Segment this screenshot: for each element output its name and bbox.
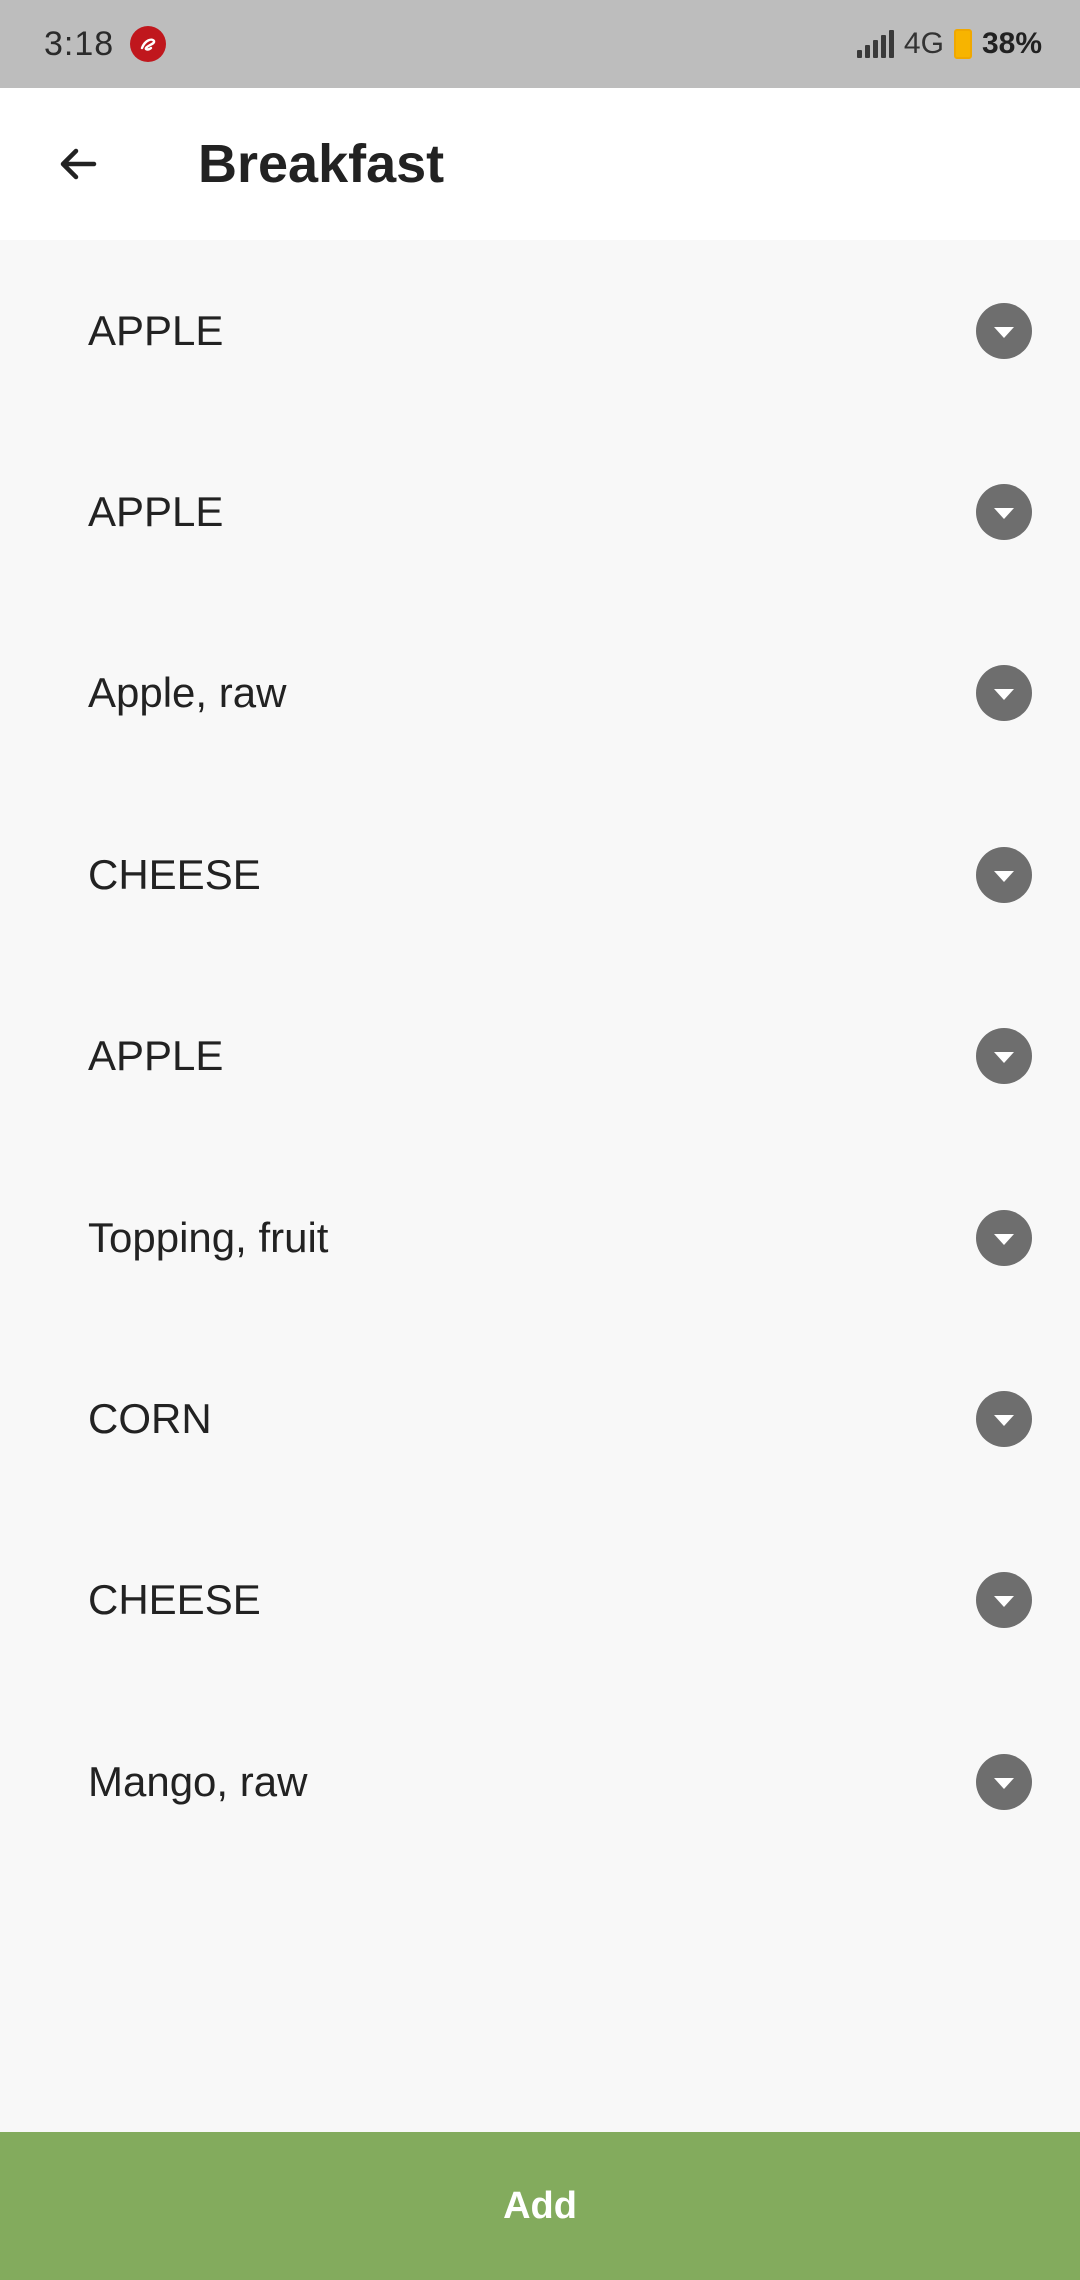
page-title: Breakfast bbox=[198, 134, 445, 194]
carrier-icon bbox=[130, 26, 167, 62]
expand-button[interactable] bbox=[976, 1572, 1032, 1629]
add-button[interactable]: Add bbox=[0, 2132, 1080, 2280]
item-label: APPLE bbox=[88, 488, 224, 536]
expand-button[interactable] bbox=[976, 846, 1032, 903]
expand-button[interactable] bbox=[976, 484, 1032, 541]
item-label: Mango, raw bbox=[88, 1757, 308, 1805]
chevron-down-icon bbox=[994, 1052, 1014, 1064]
battery-icon bbox=[953, 29, 972, 59]
list-item[interactable]: Topping, fruit bbox=[0, 1147, 1080, 1328]
network-type: 4G bbox=[903, 27, 944, 60]
item-label: Apple, raw bbox=[88, 669, 287, 717]
list-item[interactable]: Apple, raw bbox=[0, 603, 1080, 784]
chevron-down-icon bbox=[994, 1415, 1014, 1427]
list-item[interactable]: APPLE bbox=[0, 240, 1080, 421]
item-label: APPLE bbox=[88, 1032, 224, 1080]
item-label: CHEESE bbox=[88, 850, 261, 898]
chevron-down-icon bbox=[994, 1777, 1014, 1789]
expand-button[interactable] bbox=[976, 1209, 1032, 1266]
chevron-down-icon bbox=[994, 1596, 1014, 1608]
expand-button[interactable] bbox=[976, 665, 1032, 722]
arrow-left-icon bbox=[60, 148, 97, 180]
status-time: 3:18 bbox=[44, 24, 115, 63]
status-bar: 3:18 4G 38% bbox=[0, 0, 1080, 88]
list-item[interactable]: CHEESE bbox=[0, 784, 1080, 965]
list-item[interactable]: CHEESE bbox=[0, 1510, 1080, 1691]
list-item[interactable]: Mango, raw bbox=[0, 1691, 1080, 1872]
expand-button[interactable] bbox=[976, 302, 1032, 359]
chevron-down-icon bbox=[994, 326, 1014, 338]
chevron-down-icon bbox=[994, 689, 1014, 701]
item-label: CORN bbox=[88, 1395, 212, 1443]
list-item[interactable]: APPLE bbox=[0, 966, 1080, 1147]
list-item[interactable]: APPLE bbox=[0, 421, 1080, 602]
app-bar: Breakfast bbox=[0, 88, 1080, 240]
item-label: Topping, fruit bbox=[88, 1213, 329, 1261]
chevron-down-icon bbox=[994, 508, 1014, 520]
battery-level: 38% bbox=[981, 27, 1042, 60]
signal-icon bbox=[856, 30, 894, 58]
expand-button[interactable] bbox=[976, 1028, 1032, 1085]
status-indicators: 4G 38% bbox=[856, 27, 1042, 61]
list-item[interactable]: CORN bbox=[0, 1328, 1080, 1509]
expand-button[interactable] bbox=[976, 1753, 1032, 1810]
item-label: APPLE bbox=[88, 306, 224, 354]
food-list: APPLE APPLE Apple, raw CHEESE APPLE Topp… bbox=[0, 240, 1080, 1873]
item-label: CHEESE bbox=[88, 1576, 261, 1624]
back-button[interactable] bbox=[38, 124, 118, 204]
chevron-down-icon bbox=[994, 870, 1014, 882]
chevron-down-icon bbox=[994, 1233, 1014, 1245]
expand-button[interactable] bbox=[976, 1391, 1032, 1448]
